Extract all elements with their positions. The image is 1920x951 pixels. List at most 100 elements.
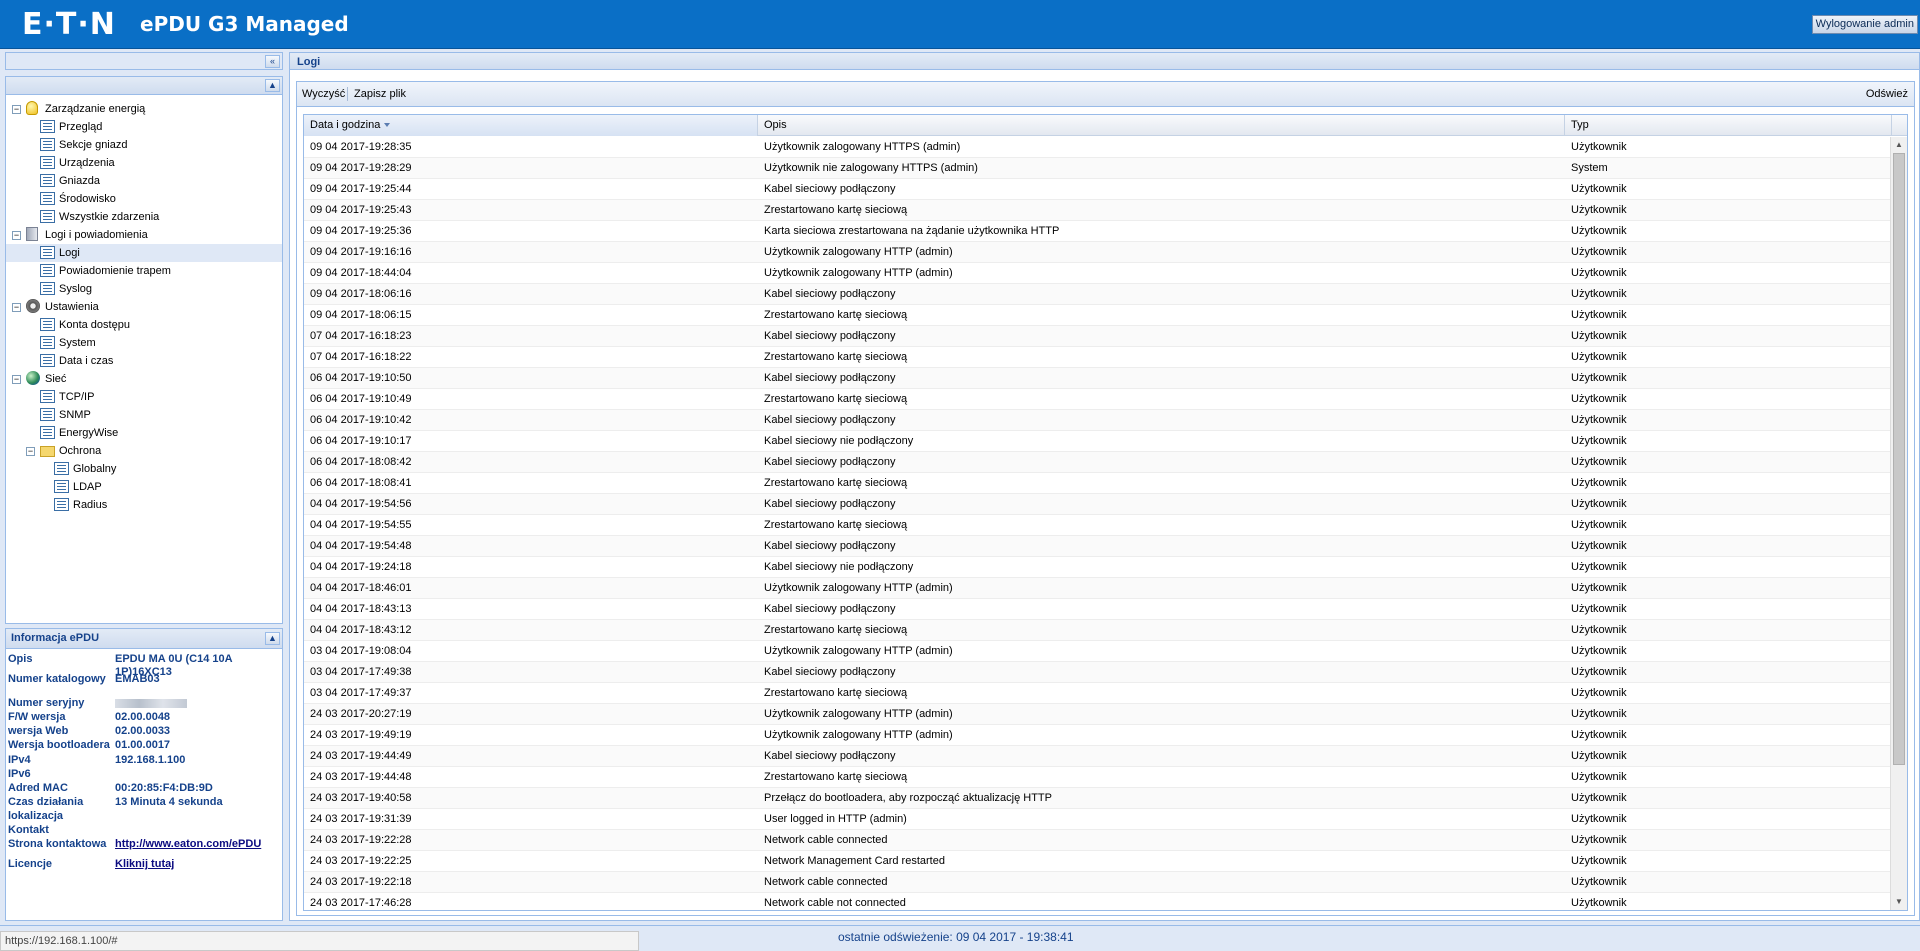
collapse-info-icon[interactable]: ▲: [265, 632, 280, 645]
table-row[interactable]: 24 03 2017-19:31:39 User logged in HTTP (…: [304, 809, 1892, 830]
main-panel: Logi Wyczyść Zapisz plik Odśwież Data i …: [289, 52, 1920, 921]
table-row[interactable]: 24 03 2017-19:44:48 Zrestartowano kartę s…: [304, 767, 1892, 788]
scrollbar-thumb[interactable]: [1893, 153, 1905, 765]
tree-item-9[interactable]: Powiadomienie trapem: [6, 262, 282, 280]
tree-item-16[interactable]: TCP/IP: [6, 388, 282, 406]
cell-date: 07 04 2017-16:18:22: [310, 351, 412, 363]
table-row[interactable]: 06 04 2017-19:10:50 Kabel sieciowy podłąc…: [304, 368, 1892, 389]
tree-item-0[interactable]: − Zarządzanie energią: [6, 100, 282, 118]
tree-item-10[interactable]: Syslog: [6, 280, 282, 298]
collapse-left-icon[interactable]: «: [265, 55, 280, 68]
table-row[interactable]: 07 04 2017-16:18:22 Zrestartowano kartę s…: [304, 347, 1892, 368]
table-row[interactable]: 07 04 2017-16:18:23 Kabel sieciowy podłąc…: [304, 326, 1892, 347]
column-header-date[interactable]: Data i godzina: [304, 115, 758, 136]
tree-toggle-icon[interactable]: −: [12, 105, 21, 114]
tree-item-17[interactable]: SNMP: [6, 406, 282, 424]
tree-item-15[interactable]: − Sieć: [6, 370, 282, 388]
collapse-tree-icon[interactable]: ▲: [265, 79, 280, 92]
cell-type: Użytkownik: [1571, 603, 1627, 615]
table-row[interactable]: 04 04 2017-18:43:13 Kabel sieciowy podłąc…: [304, 599, 1892, 620]
info-value: 192.168.1.100: [115, 754, 186, 766]
table-row[interactable]: 06 04 2017-18:08:41 Zrestartowano kartę s…: [304, 473, 1892, 494]
table-row[interactable]: 06 04 2017-19:10:42 Kabel sieciowy podłąc…: [304, 410, 1892, 431]
tree-toggle-icon[interactable]: −: [26, 447, 35, 456]
tree-item-18[interactable]: EnergyWise: [6, 424, 282, 442]
tree-toggle-icon[interactable]: −: [12, 375, 21, 384]
tree-item-4[interactable]: Gniazda: [6, 172, 282, 190]
table-row[interactable]: 04 04 2017-19:54:55 Zrestartowano kartę s…: [304, 515, 1892, 536]
table-row[interactable]: 09 04 2017-18:06:15 Zrestartowano kartę s…: [304, 305, 1892, 326]
tree-item-12[interactable]: Konta dostępu: [6, 316, 282, 334]
table-row[interactable]: 04 04 2017-18:46:01 Użytkownik zalogowany…: [304, 578, 1892, 599]
table-row[interactable]: 03 04 2017-17:49:37 Zrestartowano kartę s…: [304, 683, 1892, 704]
info-link[interactable]: Kliknij tutaj: [115, 858, 174, 870]
tree-item-21[interactable]: LDAP: [6, 478, 282, 496]
tree-item-label: Konta dostępu: [59, 319, 130, 331]
table-row[interactable]: 06 04 2017-19:10:49 Zrestartowano kartę s…: [304, 389, 1892, 410]
table-row[interactable]: 24 03 2017-19:44:49 Kabel sieciowy podłąc…: [304, 746, 1892, 767]
table-row[interactable]: 04 04 2017-18:43:12 Zrestartowano kartę s…: [304, 620, 1892, 641]
info-link[interactable]: http://www.eaton.com/ePDU: [115, 838, 261, 850]
scroll-up-icon[interactable]: ▲: [1891, 137, 1907, 153]
page-icon: [54, 462, 69, 475]
table-row[interactable]: 09 04 2017-18:44:04 Użytkownik zalogowany…: [304, 263, 1892, 284]
tree-item-2[interactable]: Sekcje gniazd: [6, 136, 282, 154]
table-row[interactable]: 24 03 2017-19:22:18 Network cable connect…: [304, 872, 1892, 893]
table-row[interactable]: 04 04 2017-19:24:18 Kabel sieciowy nie po…: [304, 557, 1892, 578]
cell-type: Użytkownik: [1571, 729, 1627, 741]
table-row[interactable]: 03 04 2017-19:08:04 Użytkownik zalogowany…: [304, 641, 1892, 662]
tree-item-5[interactable]: Środowisko: [6, 190, 282, 208]
table-row[interactable]: 04 04 2017-19:54:48 Kabel sieciowy podłąc…: [304, 536, 1892, 557]
table-row[interactable]: 09 04 2017-19:28:35 Użytkownik zalogowany…: [304, 137, 1892, 158]
tree-item-22[interactable]: Radius: [6, 496, 282, 514]
table-row[interactable]: 24 03 2017-19:49:19 Użytkownik zalogowany…: [304, 725, 1892, 746]
table-row[interactable]: 09 04 2017-19:28:29 Użytkownik nie zalogo…: [304, 158, 1892, 179]
table-row[interactable]: 03 04 2017-17:49:38 Kabel sieciowy podłąc…: [304, 662, 1892, 683]
save-file-button[interactable]: Zapisz plik: [354, 88, 406, 100]
logout-button[interactable]: Wylogowanie admin: [1811, 15, 1918, 34]
refresh-button[interactable]: Odśwież: [1866, 88, 1908, 100]
left-panel-collapse-bar: «: [5, 52, 283, 70]
table-row[interactable]: 06 04 2017-19:10:17 Kabel sieciowy nie po…: [304, 431, 1892, 452]
tree-toggle-icon[interactable]: −: [12, 231, 21, 240]
cell-date: 06 04 2017-19:10:50: [310, 372, 412, 384]
tree-item-label: Sekcje gniazd: [59, 139, 128, 151]
tree-item-20[interactable]: Globalny: [6, 460, 282, 478]
cell-description: Network Management Card restarted: [764, 855, 945, 867]
folder-icon: [40, 446, 55, 457]
table-row[interactable]: 06 04 2017-18:08:42 Kabel sieciowy podłąc…: [304, 452, 1892, 473]
table-row[interactable]: 04 04 2017-19:54:56 Kabel sieciowy podłąc…: [304, 494, 1892, 515]
table-row[interactable]: 24 03 2017-19:22:28 Network cable connect…: [304, 830, 1892, 851]
logs-grid-scrollbar[interactable]: ▲ ▼: [1890, 137, 1907, 910]
cell-date: 24 03 2017-19:44:48: [310, 771, 412, 783]
table-row[interactable]: 09 04 2017-19:25:43 Zrestartowano kartę s…: [304, 200, 1892, 221]
table-row[interactable]: 09 04 2017-19:25:36 Karta sieciowa zresta…: [304, 221, 1892, 242]
table-row[interactable]: 09 04 2017-19:25:44 Kabel sieciowy podłąc…: [304, 179, 1892, 200]
tree-item-8[interactable]: Logi: [6, 244, 282, 262]
table-row[interactable]: 09 04 2017-18:06:16 Kabel sieciowy podłąc…: [304, 284, 1892, 305]
clear-button[interactable]: Wyczyść: [302, 88, 345, 100]
tree-item-1[interactable]: Przegląd: [6, 118, 282, 136]
column-header-description[interactable]: Opis: [758, 115, 1565, 136]
cell-type: Użytkownik: [1571, 687, 1627, 699]
tree-item-11[interactable]: − Ustawienia: [6, 298, 282, 316]
tree-toggle-icon[interactable]: −: [12, 303, 21, 312]
cell-type: Użytkownik: [1571, 855, 1627, 867]
tree-item-7[interactable]: − Logi i powiadomienia: [6, 226, 282, 244]
table-row[interactable]: 24 03 2017-19:40:58 Przełącz do bootloade…: [304, 788, 1892, 809]
tree-item-6[interactable]: Wszystkie zdarzenia: [6, 208, 282, 226]
page-icon: [40, 246, 55, 259]
cell-date: 09 04 2017-19:28:35: [310, 141, 412, 153]
column-header-type[interactable]: Typ: [1565, 115, 1892, 136]
info-key: Czas działania: [8, 796, 84, 808]
table-row[interactable]: 24 03 2017-20:27:19 Użytkownik zalogowany…: [304, 704, 1892, 725]
scroll-down-icon[interactable]: ▼: [1891, 894, 1907, 910]
table-row[interactable]: 24 03 2017-17:46:28 Network cable not con…: [304, 893, 1892, 910]
tree-item-14[interactable]: Data i czas: [6, 352, 282, 370]
table-row[interactable]: 24 03 2017-19:22:25 Network Management Ca…: [304, 851, 1892, 872]
tree-item-3[interactable]: Urządzenia: [6, 154, 282, 172]
tree-item-13[interactable]: System: [6, 334, 282, 352]
cell-date: 06 04 2017-18:08:42: [310, 456, 412, 468]
table-row[interactable]: 09 04 2017-19:16:16 Użytkownik zalogowany…: [304, 242, 1892, 263]
tree-item-19[interactable]: − Ochrona: [6, 442, 282, 460]
